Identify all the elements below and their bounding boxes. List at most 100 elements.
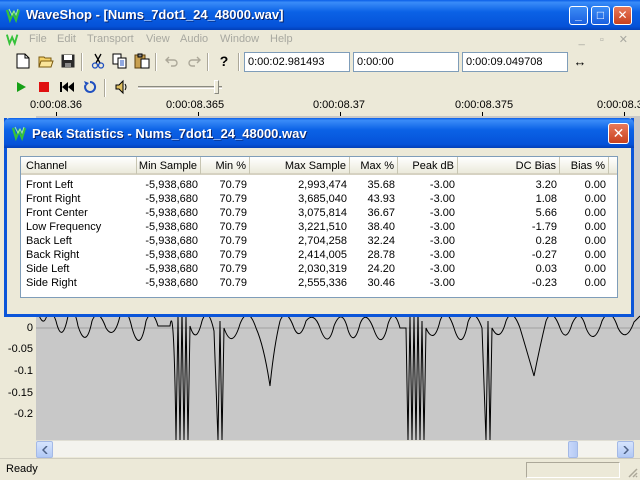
table-row[interactable]: Side Right -5,938,680 70.79 2,555,336 30.46 -…	[21, 277, 617, 291]
column-header-peak-db[interactable]: Peak dB	[398, 157, 458, 174]
arrow-right-icon	[622, 445, 629, 454]
cut-button[interactable]	[87, 50, 109, 72]
cell-peak-db: -3.00	[429, 249, 455, 261]
cell-bias-percent: 0.00	[584, 207, 606, 219]
volume-slider[interactable]	[138, 80, 224, 94]
undo-button[interactable]	[161, 50, 183, 72]
column-header-dc-bias[interactable]: DC Bias	[458, 157, 560, 174]
cell-peak-db: -3.00	[429, 235, 455, 247]
cell-min-percent: 70.79	[219, 207, 247, 219]
peak-statistics-table[interactable]: Channel Min Sample Min % Max Sample Max …	[20, 156, 618, 298]
time-ruler[interactable]: 0:00:08.36 0:00:08.365 0:00:08.37 0:00:0…	[0, 98, 640, 116]
menu-bar: File Edit Transport View Audio Window He…	[0, 30, 640, 48]
dialog-title: Peak Statistics - Nums_7dot1_24_48000.wa…	[32, 126, 307, 141]
main-toolbar: ? 0:00:02.981493 0:00:00 0:00:09.049708 …	[0, 50, 640, 75]
mdi-window-buttons[interactable]: _ ▫ ✕	[579, 33, 634, 46]
cell-min-percent: 70.79	[219, 263, 247, 275]
paste-clipboard-icon	[134, 53, 150, 69]
redo-button[interactable]	[183, 50, 205, 72]
dialog-title-bar[interactable]: Peak Statistics - Nums_7dot1_24_48000.wa…	[4, 118, 634, 148]
maximize-button[interactable]: □	[591, 6, 610, 25]
cell-channel: Back Right	[26, 249, 80, 261]
peak-statistics-dialog: Peak Statistics - Nums_7dot1_24_48000.wa…	[4, 118, 634, 317]
new-button[interactable]	[12, 50, 34, 72]
cell-dc-bias: 0.28	[535, 235, 557, 247]
menu-view[interactable]: View	[146, 33, 170, 45]
dialog-close-button[interactable]: ✕	[608, 123, 629, 144]
menu-transport[interactable]: Transport	[87, 33, 134, 45]
cell-peak-db: -3.00	[429, 277, 455, 289]
save-button[interactable]	[57, 50, 79, 72]
cell-min-sample: -5,938,680	[145, 235, 198, 247]
table-row[interactable]: Front Left -5,938,680 70.79 2,993,474 35.68 -…	[21, 179, 617, 193]
cell-channel: Low Frequency	[26, 221, 102, 233]
fit-to-window-button[interactable]: ↔	[569, 50, 591, 72]
stop-button[interactable]	[33, 76, 55, 98]
close-button[interactable]: ✕	[613, 6, 632, 25]
status-text: Ready	[6, 463, 38, 475]
mute-button[interactable]	[111, 76, 133, 98]
table-row[interactable]: Front Right -5,938,680 70.79 3,685,040 43.93…	[21, 193, 617, 207]
cell-max-percent: 32.24	[367, 235, 395, 247]
status-bar: Ready	[0, 458, 640, 480]
volume-slider-thumb[interactable]	[214, 80, 219, 94]
menu-audio[interactable]: Audio	[180, 33, 208, 45]
loop-button[interactable]	[79, 76, 101, 98]
waveshop-logo-icon	[6, 8, 21, 23]
open-button[interactable]	[35, 50, 57, 72]
toolbar-separator	[207, 53, 209, 71]
cell-peak-db: -3.00	[429, 221, 455, 233]
amplitude-label: 0	[26, 322, 33, 334]
table-row[interactable]: Front Center -5,938,680 70.79 3,075,814 36.6…	[21, 207, 617, 221]
rewind-button[interactable]	[56, 76, 78, 98]
selection-time-field[interactable]: 0:00:00	[353, 52, 459, 72]
cell-min-sample: -5,938,680	[145, 249, 198, 261]
cell-max-sample: 3,075,814	[298, 207, 347, 219]
menu-window[interactable]: Window	[220, 33, 259, 45]
document-logo-icon[interactable]	[6, 32, 20, 46]
cell-bias-percent: 0.00	[584, 277, 606, 289]
paste-button[interactable]	[131, 50, 153, 72]
column-header-min-sample[interactable]: Min Sample	[137, 157, 201, 174]
cell-min-sample: -5,938,680	[145, 277, 198, 289]
resize-grip-icon[interactable]	[626, 466, 638, 478]
menu-help[interactable]: Help	[270, 33, 293, 45]
scroll-thumb[interactable]	[568, 441, 578, 458]
amplitude-label: -0.2	[14, 408, 33, 420]
scroll-left-button[interactable]	[36, 441, 53, 458]
stop-icon	[39, 82, 49, 92]
transport-toolbar	[0, 76, 640, 98]
cell-dc-bias: -0.23	[531, 277, 557, 289]
table-row[interactable]: Back Left -5,938,680 70.79 2,704,258 32.24 -3…	[21, 235, 617, 249]
menu-file[interactable]: File	[29, 33, 47, 45]
ruler-label: 0:00:08.365	[166, 99, 225, 111]
minimize-button[interactable]: _	[569, 6, 588, 25]
help-button[interactable]: ?	[213, 50, 235, 72]
main-title-bar[interactable]: WaveShop - [Nums_7dot1_24_48000.wav] _ □…	[0, 0, 640, 30]
speaker-icon	[115, 79, 127, 95]
cell-min-percent: 70.79	[219, 249, 247, 261]
table-row[interactable]: Side Left -5,938,680 70.79 2,030,319 24.20 -3…	[21, 263, 617, 277]
column-header-max-percent[interactable]: Max %	[350, 157, 398, 174]
cell-min-sample: -5,938,680	[145, 179, 198, 191]
copy-button[interactable]	[109, 50, 131, 72]
cell-max-percent: 43.93	[367, 193, 395, 205]
cursor-time-field[interactable]: 0:00:02.981493	[244, 52, 350, 72]
column-header-max-sample[interactable]: Max Sample	[250, 157, 350, 174]
ruler-label: 0:00:08.3	[597, 99, 640, 111]
new-file-icon	[16, 53, 30, 69]
table-row[interactable]: Low Frequency -5,938,680 70.79 3,221,510 38.…	[21, 221, 617, 235]
toolbar-separator	[81, 53, 83, 71]
cell-peak-db: -3.00	[429, 179, 455, 191]
scroll-right-button[interactable]	[617, 441, 634, 458]
play-button[interactable]	[10, 76, 32, 98]
cell-dc-bias: 3.20	[535, 179, 557, 191]
table-row[interactable]: Back Right -5,938,680 70.79 2,414,005 28.78 -…	[21, 249, 617, 263]
horizontal-scrollbar[interactable]	[36, 440, 634, 458]
column-header-min-percent[interactable]: Min %	[201, 157, 250, 174]
column-header-channel[interactable]: Channel	[21, 157, 137, 174]
column-header-bias-percent[interactable]: Bias %	[560, 157, 609, 174]
menu-edit[interactable]: Edit	[57, 33, 76, 45]
length-time-field[interactable]: 0:00:09.049708	[462, 52, 568, 72]
cell-max-percent: 28.78	[367, 249, 395, 261]
